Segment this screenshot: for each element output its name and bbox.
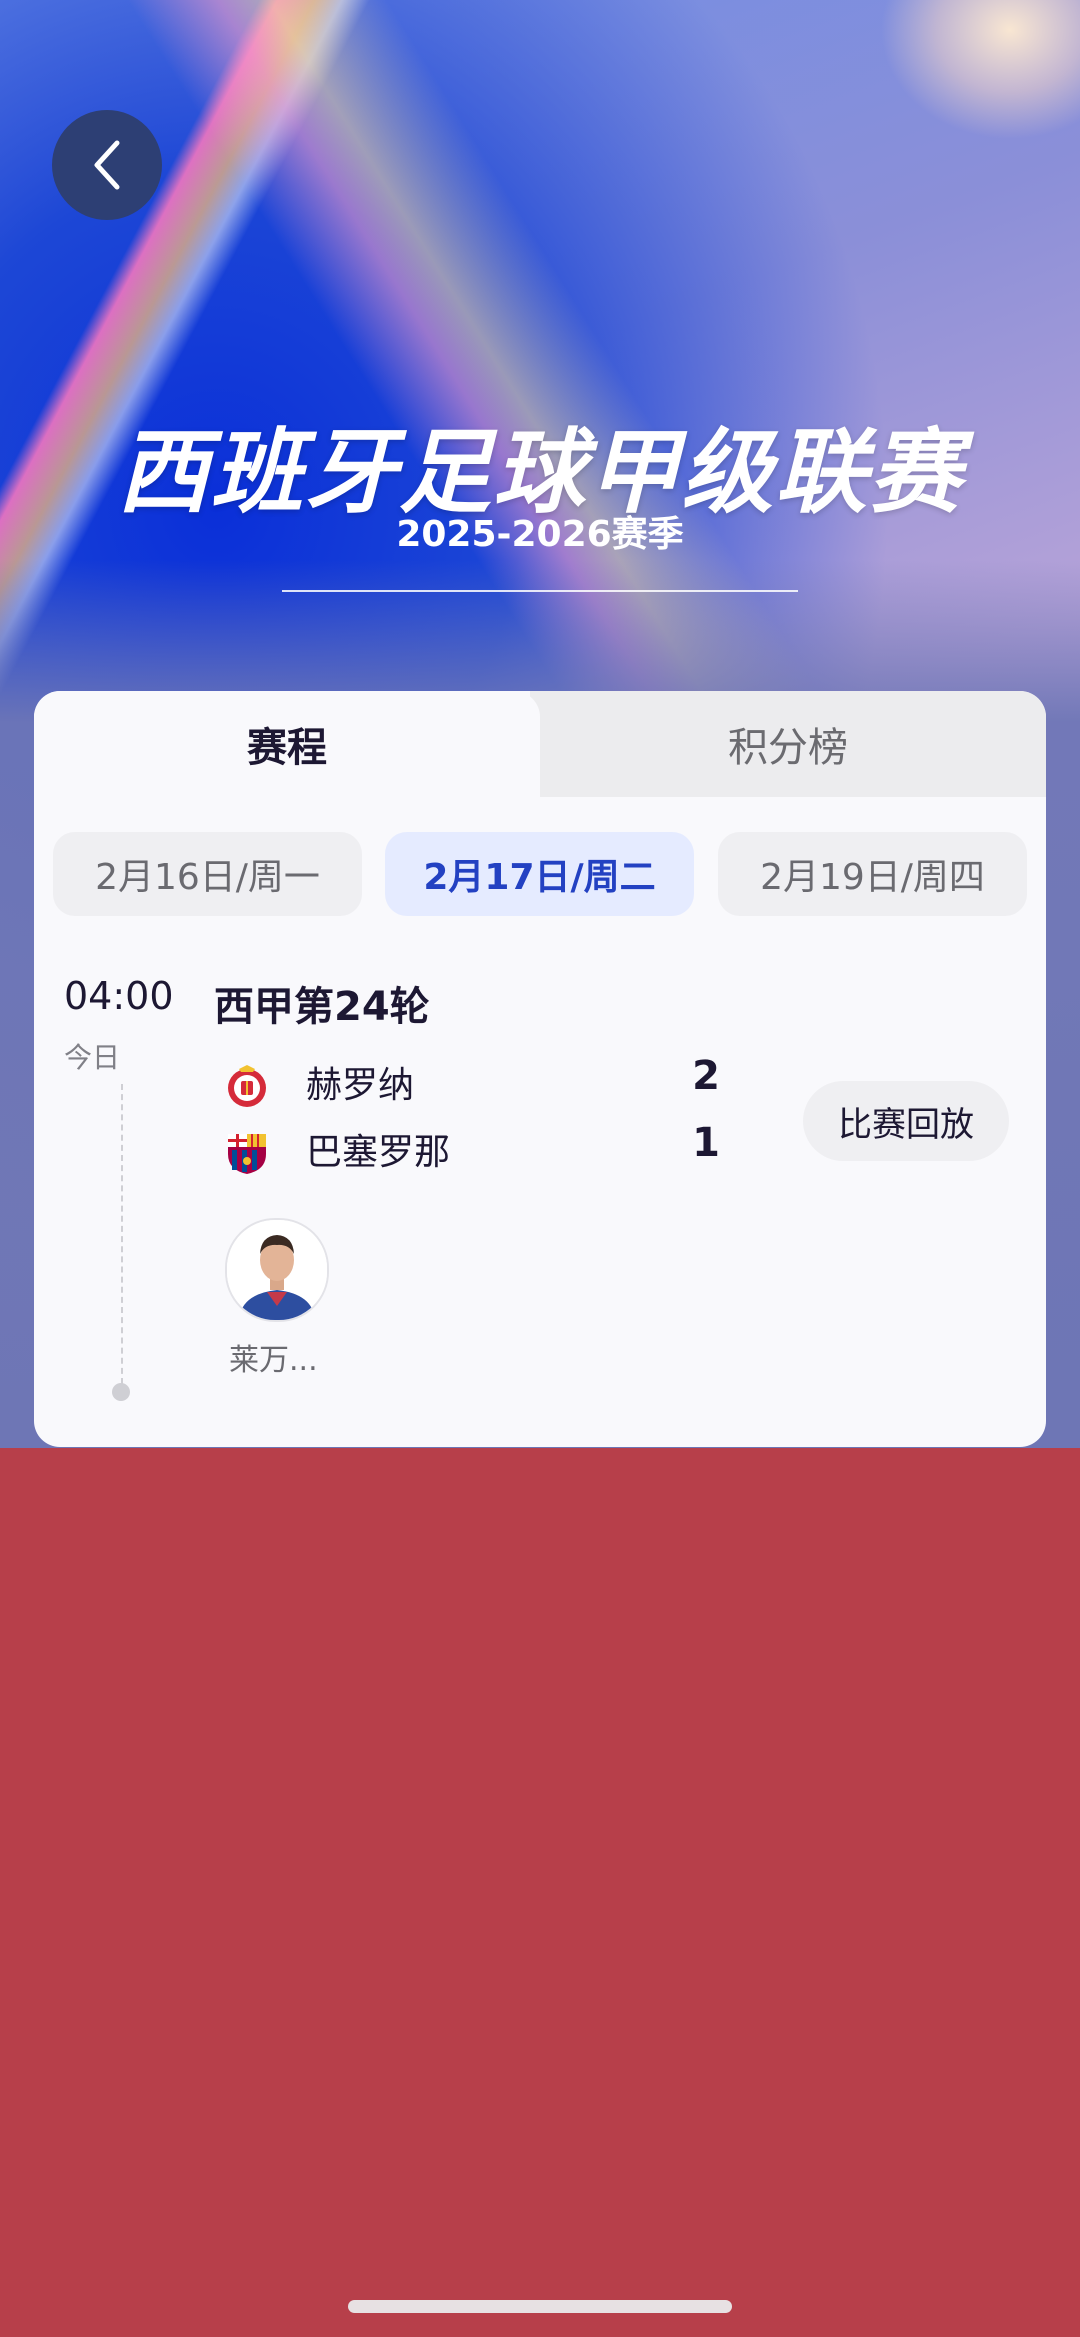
tab-standings[interactable]: 积分榜 <box>530 691 1046 797</box>
match-time: 04:00 <box>64 974 174 1018</box>
match-replay-button[interactable]: 比赛回放 <box>803 1081 1009 1161</box>
season-label: 2025-2026赛季 <box>396 514 684 555</box>
date-pill-feb17[interactable]: 2月17日/周二 <box>385 832 694 916</box>
home-team-name: 赫罗纳 <box>306 1065 415 1106</box>
match-round: 西甲第24轮 <box>214 984 430 1030</box>
player-avatar-icon <box>227 1220 327 1320</box>
home-team-score: 2 <box>692 1053 720 1099</box>
barcelona-crest-icon <box>228 1134 266 1174</box>
hero-corner-glow <box>880 0 1080 140</box>
date-pill-feb16[interactable]: 2月16日/周一 <box>53 832 362 916</box>
girona-crest-icon <box>228 1065 266 1107</box>
tab-bar: 积分榜 赛程 <box>34 691 1046 797</box>
away-team-score: 1 <box>692 1120 720 1166</box>
chevron-left-icon <box>94 140 120 190</box>
date-pill-feb19[interactable]: 2月19日/周四 <box>718 832 1027 916</box>
tab-schedule[interactable]: 赛程 <box>34 691 540 797</box>
match-day: 今日 <box>64 1041 121 1074</box>
date-selector: 2月16日/周一 2月17日/周二 2月19日/周四 <box>53 832 1027 916</box>
home-team-row[interactable]: 赫罗纳 2 <box>224 1053 744 1111</box>
title-divider <box>282 590 798 592</box>
back-button[interactable] <box>52 110 162 220</box>
timeline-dot <box>112 1383 130 1401</box>
player-avatar[interactable] <box>225 1218 329 1322</box>
away-team-row[interactable]: 巴塞罗那 1 <box>224 1120 744 1178</box>
player-name: 莱万... <box>229 1343 318 1378</box>
home-indicator[interactable] <box>348 2300 732 2313</box>
timeline-line <box>121 1084 123 1384</box>
schedule-card: 积分榜 赛程 2月16日/周一 2月17日/周二 2月19日/周四 04:00 … <box>34 691 1046 1447</box>
away-team-name: 巴塞罗那 <box>306 1132 451 1173</box>
